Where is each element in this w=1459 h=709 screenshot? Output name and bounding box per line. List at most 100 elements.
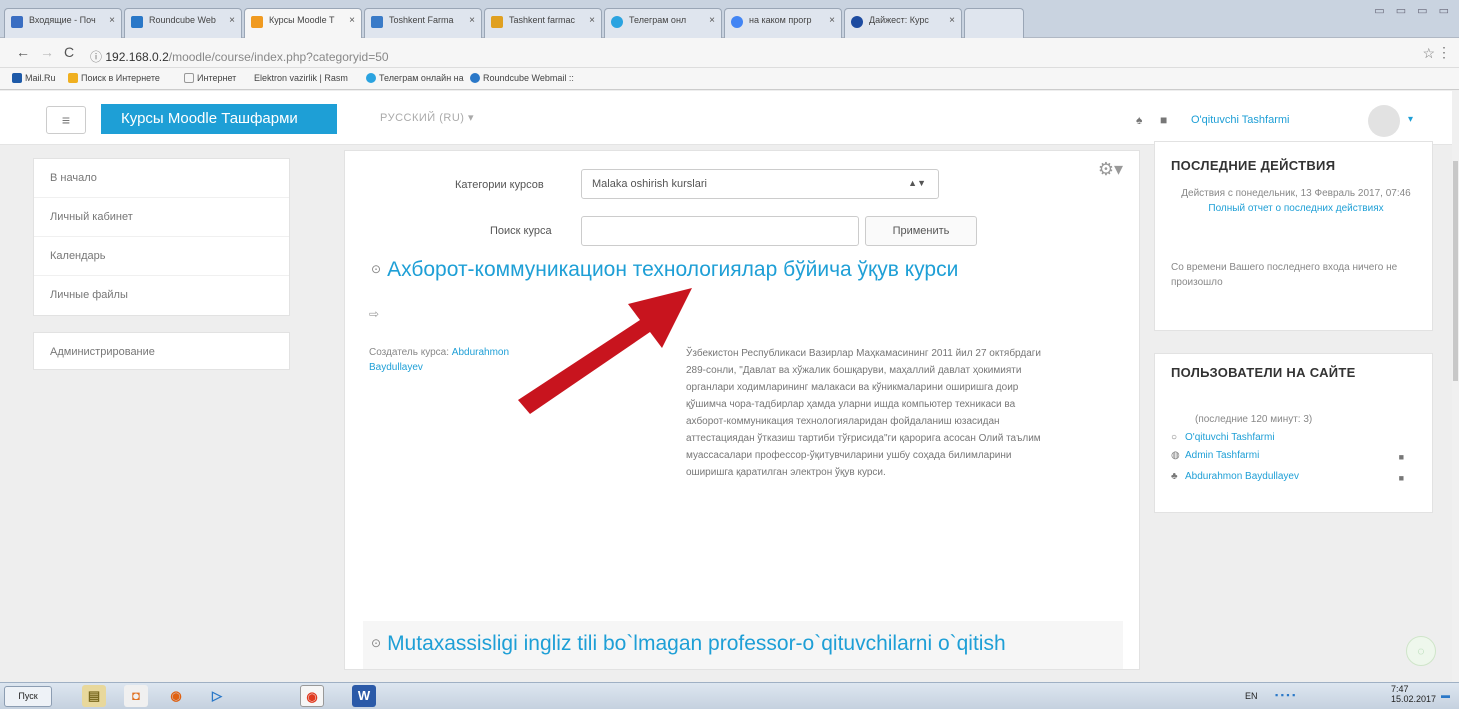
nav-item-home[interactable]: В начало bbox=[34, 159, 289, 198]
enrol-icon[interactable]: ⇨ bbox=[369, 307, 379, 321]
online-user[interactable]: ◍ Admin Tashfarmi bbox=[1171, 450, 1259, 461]
course-title-link[interactable]: ⊙ Ахборот-коммуникацион технологиялар бўй… bbox=[371, 257, 1051, 282]
reload-icon[interactable]: C bbox=[64, 44, 74, 60]
close-icon[interactable]: × bbox=[829, 15, 835, 26]
notifications-icon[interactable]: ♠ bbox=[1136, 113, 1142, 127]
google-icon bbox=[731, 16, 743, 28]
site-brand[interactable]: Курсы Moodle Ташфарми bbox=[101, 104, 337, 134]
browser-tab[interactable]: Дайжест: Курс × bbox=[844, 8, 962, 38]
os-taskbar: Пуск ▤ ◘ ◉ ▷ ◉ W EN ▪ ▪ ▪ ▪ 7:47 15.02.20… bbox=[0, 682, 1459, 709]
roundcube-icon bbox=[470, 73, 480, 83]
browser-tab[interactable]: Tashkent farmac × bbox=[484, 8, 602, 38]
moodle-icon bbox=[251, 16, 263, 28]
online-user[interactable]: ○ O'qituvchi Tashfarmi bbox=[1171, 432, 1275, 443]
browser-tab[interactable]: Toshkent Farma × bbox=[364, 8, 482, 38]
arrow-shape bbox=[518, 288, 692, 414]
start-button[interactable]: Пуск bbox=[4, 686, 52, 707]
forward-icon[interactable]: → bbox=[40, 44, 54, 60]
nav-item-dashboard[interactable]: Личный кабинет bbox=[34, 198, 289, 237]
browser-tab[interactable]: Входящие - Поч × bbox=[4, 8, 122, 38]
site-icon bbox=[851, 16, 863, 28]
course-category-main: ⚙▾ Категории курсов Malaka oshirish kurs… bbox=[344, 150, 1140, 670]
explorer-icon[interactable]: ▤ bbox=[82, 685, 106, 707]
bookmark-icon bbox=[68, 73, 78, 83]
gear-icon[interactable]: ⚙▾ bbox=[1098, 159, 1123, 180]
menu-dots-icon[interactable]: ⋮ bbox=[1437, 44, 1451, 61]
course-icon: ⊙ bbox=[371, 262, 382, 276]
nav-item-administration[interactable]: Администрирование bbox=[33, 332, 290, 370]
user-menu-name[interactable]: O'qituvchi Tashfarmi bbox=[1191, 114, 1290, 126]
select-arrow-icon: ▲▼ bbox=[908, 178, 926, 188]
bookmark[interactable]: Поиск в Интернете bbox=[68, 73, 160, 83]
bookmark[interactable]: Интернет bbox=[184, 73, 236, 83]
online-user[interactable]: ♣ Abdurahmon Baydullayev bbox=[1171, 471, 1299, 482]
browser-tab-active[interactable]: Курсы Moodle T × bbox=[244, 8, 362, 38]
message-icon[interactable]: ■ bbox=[1399, 473, 1404, 483]
no-activity-text: Со времени Вашего последнего входа ничег… bbox=[1171, 262, 1398, 288]
close-icon[interactable]: × bbox=[109, 15, 115, 26]
new-tab-button[interactable] bbox=[964, 8, 1024, 38]
full-report-link[interactable]: Полный отчет о последних действиях bbox=[1171, 201, 1421, 216]
back-icon[interactable]: ← bbox=[16, 44, 30, 60]
tray-icons[interactable]: ▪ ▪ ▪ ▪ bbox=[1275, 690, 1295, 700]
avatar[interactable] bbox=[1368, 105, 1400, 137]
close-icon[interactable]: × bbox=[709, 15, 715, 26]
site-icon bbox=[371, 16, 383, 28]
mail-icon bbox=[11, 16, 23, 28]
bookmark[interactable]: Телеграм онлайн на bbox=[366, 73, 464, 83]
address-bar: ← → C ⓘ 192.168.0.2/moodle/course/index.… bbox=[0, 38, 1459, 68]
page-icon bbox=[184, 73, 194, 83]
browser-tab[interactable]: на каком прогр × bbox=[724, 8, 842, 38]
page-scrollbar[interactable] bbox=[1452, 91, 1459, 682]
chevron-down-icon[interactable]: ▾ bbox=[1408, 114, 1413, 125]
category-select[interactable]: Malaka oshirish kurslari ▲▼ bbox=[581, 169, 939, 199]
window-controls[interactable]: ▭ ▭ ▭ ▭ bbox=[1374, 4, 1453, 17]
course-creator: Создатель курса: Abdurahmon Baydullayev bbox=[369, 347, 510, 373]
course-icon: ⊙ bbox=[371, 636, 382, 650]
bookmark[interactable]: Roundcube Webmail :: bbox=[470, 73, 574, 83]
search-input[interactable] bbox=[581, 216, 859, 246]
roundcube-icon bbox=[131, 16, 143, 28]
close-icon[interactable]: × bbox=[469, 15, 475, 26]
apply-button[interactable]: Применить bbox=[865, 216, 977, 246]
course-title-link[interactable]: ⊙ Mutaxassisligi ingliz tili bo`lmagan pr… bbox=[371, 631, 1071, 656]
block-title: ПОЛЬЗОВАТЕЛИ НА САЙТЕ bbox=[1171, 365, 1356, 380]
user-icon: ◍ bbox=[1171, 450, 1180, 461]
telegram-icon bbox=[366, 73, 376, 83]
star-icon[interactable]: ☆ bbox=[1422, 45, 1435, 62]
red-arrow-annotation bbox=[518, 288, 692, 414]
messages-icon[interactable]: ■ bbox=[1160, 113, 1167, 127]
recent-activity-block: ПОСЛЕДНИЕ ДЕЙСТВИЯ Действия с понедельни… bbox=[1154, 141, 1433, 331]
url-field[interactable]: ⓘ 192.168.0.2/moodle/course/index.php?ca… bbox=[90, 48, 389, 65]
message-icon[interactable]: ■ bbox=[1399, 452, 1404, 462]
close-icon[interactable]: × bbox=[589, 15, 595, 26]
activity-since: Действия с понедельник, 13 Февраль 2017,… bbox=[1171, 186, 1421, 216]
user-icon: ○ bbox=[1171, 432, 1178, 443]
close-icon[interactable]: × bbox=[349, 15, 355, 26]
online-period: (последние 120 минут: 3) bbox=[1195, 414, 1313, 425]
bookmark[interactable]: Mail.Ru bbox=[12, 73, 56, 83]
menu-toggle-button[interactable]: ≡ bbox=[46, 106, 86, 134]
close-icon[interactable]: × bbox=[229, 15, 235, 26]
category-label: Категории курсов bbox=[455, 179, 544, 191]
media-icon[interactable]: ◘ bbox=[124, 685, 148, 707]
user-area: ♠ ■ O'qituvchi Tashfarmi ▾ bbox=[1136, 105, 1436, 137]
nav-item-private-files[interactable]: Личные файлы bbox=[34, 276, 289, 315]
bookmark[interactable]: Elektron vazirlik | Rasm bbox=[254, 73, 348, 83]
show-desktop-icon[interactable]: ▬ bbox=[1441, 690, 1450, 700]
chrome-icon[interactable]: ◉ bbox=[300, 685, 324, 707]
input-language[interactable]: EN bbox=[1245, 691, 1258, 701]
moodle-navbar: ≡ Курсы Moodle Ташфарми РУССКИЙ (RU) ▾ ♠… bbox=[0, 91, 1452, 145]
nav-item-calendar[interactable]: Календарь bbox=[34, 237, 289, 276]
play-icon[interactable]: ▷ bbox=[205, 685, 229, 707]
browser-tab[interactable]: Roundcube Web × bbox=[124, 8, 242, 38]
bookmark-icon bbox=[12, 73, 22, 83]
browser-tab[interactable]: Телеграм онл × bbox=[604, 8, 722, 38]
close-icon[interactable]: × bbox=[949, 15, 955, 26]
help-icon[interactable]: ◌ bbox=[1406, 636, 1436, 666]
app-icon[interactable]: ◉ bbox=[164, 685, 188, 707]
scrollbar-thumb[interactable] bbox=[1453, 161, 1458, 381]
site-icon bbox=[491, 16, 503, 28]
word-icon[interactable]: W bbox=[352, 685, 376, 707]
language-menu[interactable]: РУССКИЙ (RU) ▾ bbox=[380, 111, 474, 124]
